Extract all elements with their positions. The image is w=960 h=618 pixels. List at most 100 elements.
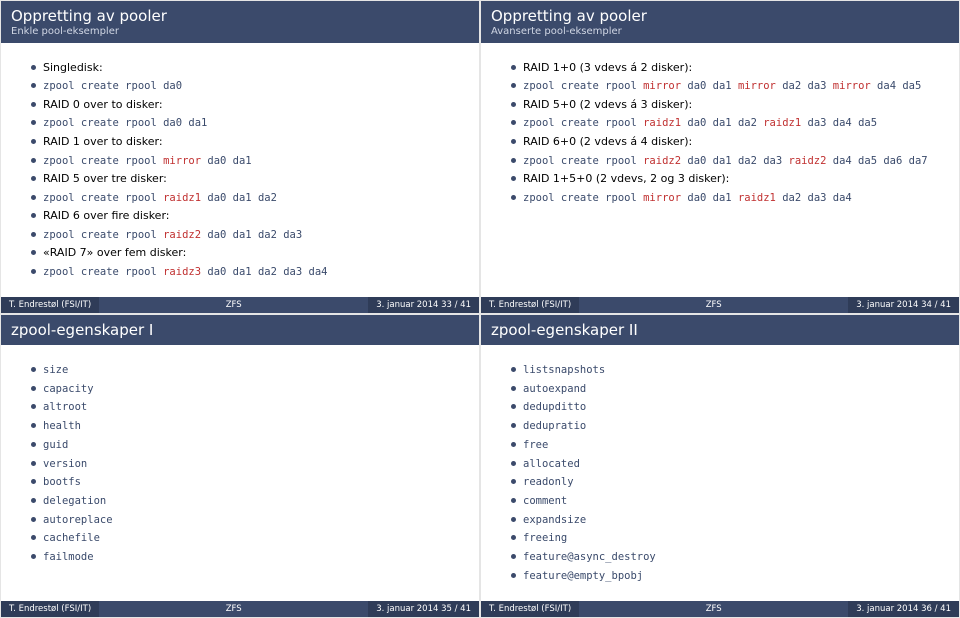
footer-page: 3. januar 2014 35 / 41 — [368, 601, 479, 617]
list-item: zpool create rpool raidz2 da0 da1 da2 da… — [31, 227, 459, 243]
text-span: «RAID 7» over fem disker: — [43, 246, 186, 259]
code-span: dedupratio — [523, 420, 586, 432]
list-item: readonly — [511, 474, 939, 490]
code-span: comment — [523, 495, 567, 507]
code-span: da0 da1 da2 da3 — [681, 155, 788, 167]
code-span: free — [523, 439, 548, 451]
item-list: Singledisk: zpool create rpool da0 RAID 0 … — [31, 60, 459, 279]
list-item: zpool create rpool mirror da0 da1 raidz1… — [511, 190, 939, 206]
list-item: altroot — [31, 399, 459, 415]
list-item: RAID 0 over to disker: — [31, 97, 459, 112]
code-span: freeing — [523, 532, 567, 544]
footer-author: T. Endrestøl (FSI/IT) — [1, 297, 99, 313]
code-span: da0 da1 — [201, 155, 252, 167]
slide-header: zpool-egenskaper II — [481, 315, 959, 345]
slide-1: Oppretting av poolerEnkle pool-eksempler… — [0, 0, 480, 314]
keyword-span: raidz1 — [643, 117, 681, 129]
list-item: feature@empty_bpobj — [511, 568, 939, 584]
list-item: bootfs — [31, 474, 459, 490]
code-span: zpool create rpool — [43, 229, 163, 241]
list-item: size — [31, 362, 459, 378]
list-item: RAID 1 over to disker: — [31, 134, 459, 149]
list-item: version — [31, 456, 459, 472]
list-item: expandsize — [511, 512, 939, 528]
code-span: autoreplace — [43, 514, 113, 526]
slide-footer: T. Endrestøl (FSI/IT)ZFS3. januar 2014 3… — [1, 297, 479, 313]
list-item: RAID 6+0 (2 vdevs á 4 disker): — [511, 134, 939, 149]
list-item: Singledisk: — [31, 60, 459, 75]
list-item: comment — [511, 493, 939, 509]
list-item: RAID 5 over tre disker: — [31, 171, 459, 186]
list-item: zpool create rpool raidz2 da0 da1 da2 da… — [511, 153, 939, 169]
code-span: autoexpand — [523, 383, 586, 395]
item-list: listsnapshots autoexpand dedupditto dedupra… — [511, 362, 939, 583]
code-span: size — [43, 364, 68, 376]
list-item: zpool create rpool raidz1 da0 da1 da2 — [31, 190, 459, 206]
list-item: zpool create rpool da0 — [31, 78, 459, 94]
code-span: expandsize — [523, 514, 586, 526]
item-list: RAID 1+0 (3 vdevs á 2 disker): zpool crea… — [511, 60, 939, 205]
list-item: zpool create rpool raidz3 da0 da1 da2 da… — [31, 264, 459, 280]
footer-page: 3. januar 2014 36 / 41 — [848, 601, 959, 617]
slide-title: Oppretting av pooler — [491, 7, 949, 25]
slide-title: zpool-egenskaper II — [491, 321, 949, 339]
code-span: dedupditto — [523, 401, 586, 413]
code-span: da0 da1 — [681, 80, 738, 92]
slide-2: Oppretting av poolerAvanserte pool-eksem… — [480, 0, 960, 314]
code-span: listsnapshots — [523, 364, 605, 376]
item-list: size capacity altroot health guid version boot… — [31, 362, 459, 565]
footer-author: T. Endrestøl (FSI/IT) — [1, 601, 99, 617]
code-span: da4 da5 da6 da7 — [826, 155, 927, 167]
footer-title: ZFS — [579, 604, 848, 614]
footer-author: T. Endrestøl (FSI/IT) — [481, 297, 579, 313]
slide-footer: T. Endrestøl (FSI/IT)ZFS3. januar 2014 3… — [481, 601, 959, 617]
code-span: bootfs — [43, 476, 81, 488]
list-item: zpool create rpool mirror da0 da1 mirror… — [511, 78, 939, 94]
code-span: da3 da4 da5 — [801, 117, 877, 129]
slide-subtitle: Avanserte pool-eksempler — [491, 26, 949, 37]
slide-subtitle: Enkle pool-eksempler — [11, 26, 469, 37]
keyword-span: raidz2 — [643, 155, 681, 167]
footer-page: 3. januar 2014 33 / 41 — [368, 297, 479, 313]
list-item: health — [31, 418, 459, 434]
text-span: RAID 0 over to disker: — [43, 98, 163, 111]
slide-header: Oppretting av poolerAvanserte pool-eksem… — [481, 1, 959, 43]
footer-author: T. Endrestøl (FSI/IT) — [481, 601, 579, 617]
code-span: zpool create rpool da0 — [43, 80, 182, 92]
list-item: RAID 5+0 (2 vdevs á 3 disker): — [511, 97, 939, 112]
list-item: capacity — [31, 381, 459, 397]
slide-4: zpool-egenskaper II listsnapshots autoexpa… — [480, 314, 960, 618]
footer-page: 3. januar 2014 34 / 41 — [848, 297, 959, 313]
list-item: listsnapshots — [511, 362, 939, 378]
code-span: guid — [43, 439, 68, 451]
footer-title: ZFS — [579, 300, 848, 310]
list-item: dedupditto — [511, 399, 939, 415]
list-item: allocated — [511, 456, 939, 472]
slide-title: Oppretting av pooler — [11, 7, 469, 25]
keyword-span: raidz1 — [738, 192, 776, 204]
list-item: autoexpand — [511, 381, 939, 397]
code-span: da0 da1 da2 — [201, 192, 277, 204]
code-span: feature@async_destroy — [523, 551, 656, 563]
code-span: capacity — [43, 383, 94, 395]
code-span: zpool create rpool — [523, 192, 643, 204]
keyword-span: mirror — [163, 155, 201, 167]
list-item: dedupratio — [511, 418, 939, 434]
text-span: RAID 1+0 (3 vdevs á 2 disker): — [523, 61, 692, 74]
slide-footer: T. Endrestøl (FSI/IT)ZFS3. januar 2014 3… — [1, 601, 479, 617]
slide-3: zpool-egenskaper Isizecapacityaltroothea… — [0, 314, 480, 618]
text-span: RAID 5 over tre disker: — [43, 172, 167, 185]
keyword-span: mirror — [833, 80, 871, 92]
list-item: RAID 1+0 (3 vdevs á 2 disker): — [511, 60, 939, 75]
code-span: zpool create rpool — [523, 80, 643, 92]
code-span: health — [43, 420, 81, 432]
code-span: zpool create rpool — [523, 155, 643, 167]
keyword-span: raidz3 — [163, 266, 201, 278]
code-span: altroot — [43, 401, 87, 413]
keyword-span: raidz1 — [163, 192, 201, 204]
keyword-span: mirror — [643, 192, 681, 204]
list-item: feature@async_destroy — [511, 549, 939, 565]
code-span: da0 da1 da2 — [681, 117, 763, 129]
keyword-span: mirror — [643, 80, 681, 92]
code-span: da4 da5 — [871, 80, 922, 92]
